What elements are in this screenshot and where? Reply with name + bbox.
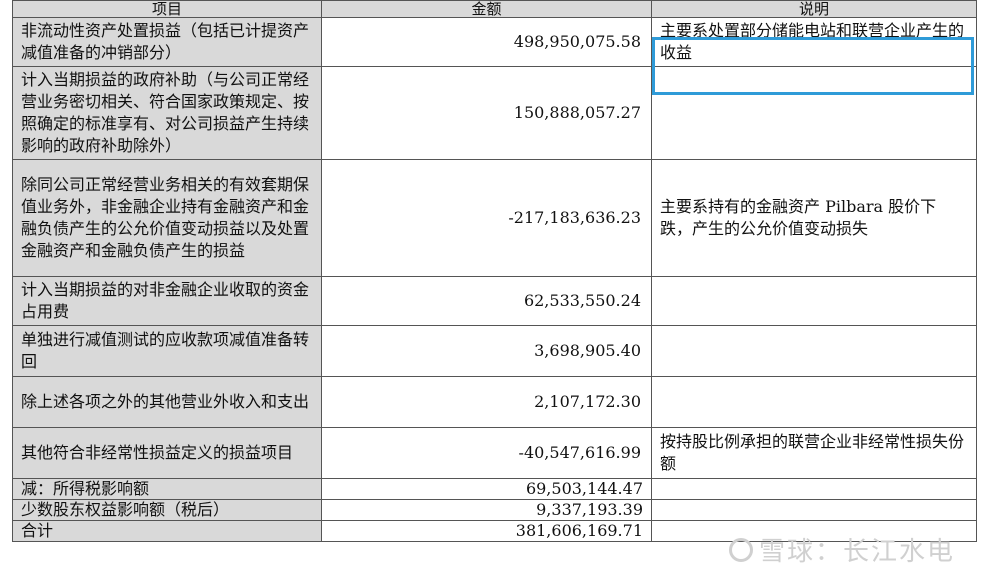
row-amount: 381,606,169.71 (321, 520, 652, 542)
table-row: 除上述各项之外的其他营业外收入和支出 2,107,172.30 (12, 376, 977, 428)
row-item: 合计 (12, 520, 322, 542)
row-amount: -217,183,636.23 (321, 159, 652, 277)
row-amount: 9,337,193.39 (321, 499, 652, 521)
row-item: 计入当期损益的对非金融企业收取的资金占用费 (12, 276, 322, 326)
header-note: 说明 (651, 0, 977, 18)
row-note (651, 66, 977, 160)
row-amount: 62,533,550.24 (321, 276, 652, 326)
watermark: 雪球：长江水电 (728, 531, 955, 568)
table-wrapper: 项目 金额 说明 非流动性资产处置损益（包括已计提资产减值准备的冲销部分） 49… (12, 0, 977, 542)
table-row: 计入当期损益的政府补助（与公司正常经营业务密切相关、符合国家政策规定、按照确定的… (12, 66, 977, 160)
row-note (651, 376, 977, 428)
table-header-row: 项目 金额 说明 (12, 0, 977, 18)
table-row: 单独进行减值测试的应收款项减值准备转回 3,698,905.40 (12, 325, 977, 377)
row-amount: -40,547,616.99 (321, 427, 652, 479)
table-row: 少数股东权益影响额（税后） 9,337,193.39 (12, 499, 977, 521)
header-item: 项目 (12, 0, 322, 18)
row-amount: 498,950,075.58 (321, 17, 652, 67)
row-amount: 3,698,905.40 (321, 325, 652, 377)
row-note: 按持股比例承担的联营企业非经常性损失份额 (651, 427, 977, 479)
table-row: 减：所得税影响额 69,503,144.47 (12, 478, 977, 500)
row-amount: 150,888,057.27 (321, 66, 652, 160)
non-recurring-gains-table: 项目 金额 说明 非流动性资产处置损益（包括已计提资产减值准备的冲销部分） 49… (12, 0, 977, 542)
snowball-logo-icon (728, 537, 753, 562)
row-note (651, 478, 977, 500)
row-amount: 69,503,144.47 (321, 478, 652, 500)
row-item: 单独进行减值测试的应收款项减值准备转回 (12, 325, 322, 377)
row-note (651, 499, 977, 521)
table-row: 非流动性资产处置损益（包括已计提资产减值准备的冲销部分） 498,950,075… (12, 17, 977, 67)
row-item: 除同公司正常经营业务相关的有效套期保值业务外，非金融企业持有金融资产和金融负债产… (12, 159, 322, 277)
row-amount: 2,107,172.30 (321, 376, 652, 428)
table-row: 除同公司正常经营业务相关的有效套期保值业务外，非金融企业持有金融资产和金融负债产… (12, 159, 977, 277)
table-row: 其他符合非经常性损益定义的损益项目 -40,547,616.99 按持股比例承担… (12, 427, 977, 479)
row-note (651, 276, 977, 326)
row-note: 主要系处置部分储能电站和联营企业产生的收益 (651, 17, 977, 67)
row-item: 非流动性资产处置损益（包括已计提资产减值准备的冲销部分） (12, 17, 322, 67)
table-row: 计入当期损益的对非金融企业收取的资金占用费 62,533,550.24 (12, 276, 977, 326)
row-item: 少数股东权益影响额（税后） (12, 499, 322, 521)
row-note (651, 325, 977, 377)
row-note: 主要系持有的金融资产 Pilbara 股价下跌，产生的公允价值变动损失 (651, 159, 977, 277)
row-item: 减：所得税影响额 (12, 478, 322, 500)
header-amount: 金额 (321, 0, 652, 18)
watermark-text: 雪球：长江水电 (758, 537, 955, 567)
row-item: 计入当期损益的政府补助（与公司正常经营业务密切相关、符合国家政策规定、按照确定的… (12, 66, 322, 160)
row-item: 其他符合非经常性损益定义的损益项目 (12, 427, 322, 479)
row-item: 除上述各项之外的其他营业外收入和支出 (12, 376, 322, 428)
